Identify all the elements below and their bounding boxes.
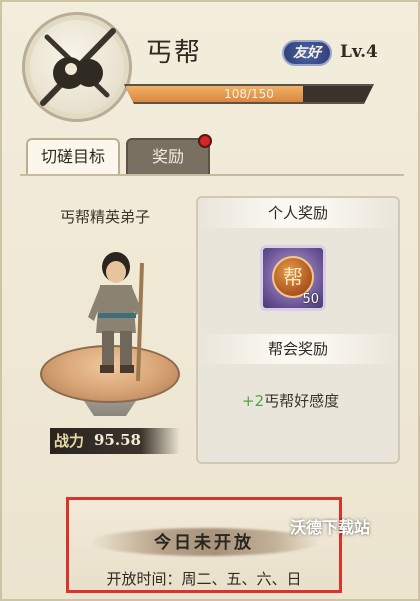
tab-divider (20, 174, 404, 176)
reward-item-sect-token[interactable]: 帮 50 (260, 245, 326, 311)
relation-badge: 友好 (282, 40, 332, 66)
combat-power-value: 95.58 (94, 431, 141, 449)
sect-emblem-icon (22, 12, 132, 122)
combat-power: 战力 95.58 (50, 428, 180, 454)
closed-notice: 今日未开放 开放时间：周二、五、六、日 (66, 497, 342, 593)
disciple-character[interactable] (78, 245, 158, 385)
rewards-alert-dot (198, 134, 212, 148)
gourd-staff-icon (40, 28, 116, 106)
opponent-name: 丐帮精英弟子 (60, 208, 151, 226)
personal-reward-title: 个人奖励 (198, 198, 398, 228)
exp-progress-bar: 108/150 (124, 84, 374, 104)
reward-item-count: 50 (302, 292, 319, 307)
rewards-panel: 个人奖励 帮会奖励 (196, 196, 400, 464)
combat-power-icon: 战力 (54, 432, 85, 450)
open-schedule: 开放时间：周二、五、六、日 (106, 570, 302, 588)
guild-favor-reward: +2丐帮好感度 (242, 390, 339, 411)
favor-label: 丐帮好感度 (264, 392, 340, 410)
sect-name: 丐帮 (146, 38, 203, 68)
favor-amount: +2 (242, 392, 265, 410)
tab-challenge-target[interactable]: 切磋目标 (26, 138, 120, 174)
sect-level: Lv.4 (340, 42, 378, 62)
tab-rewards[interactable]: 奖励 (126, 138, 210, 174)
exp-progress-text: 108/150 (224, 87, 274, 101)
watermark: 沃德下载站 (290, 518, 371, 537)
guild-reward-title: 帮会奖励 (198, 334, 398, 364)
